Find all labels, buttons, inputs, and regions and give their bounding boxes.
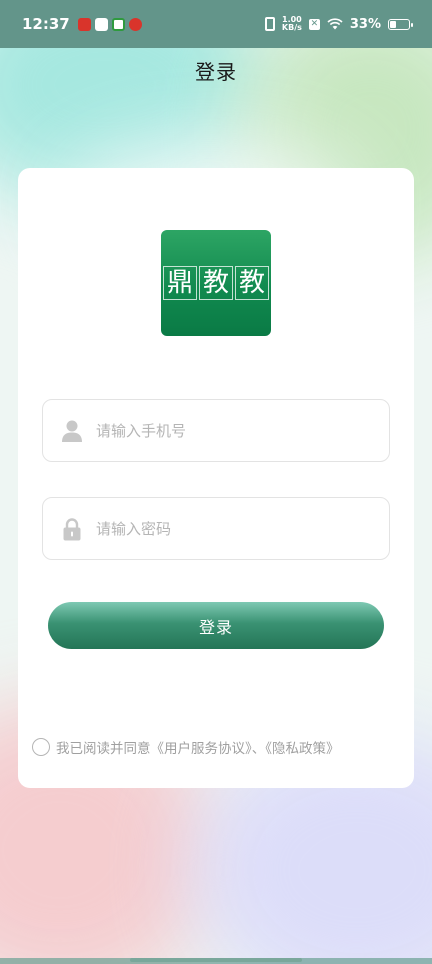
status-right: 1.00 KB/s ✕ 33% [264,16,413,32]
agreement-row[interactable]: 我已阅读并同意《用户服务协议》、《隐私政策》 [32,736,404,758]
logo-char: 鼎 [163,266,197,300]
agreement-radio[interactable] [32,738,50,756]
no-sim-icon: ✕ [308,18,320,30]
vibrate-icon [264,17,275,31]
battery-icon [388,18,413,30]
message-icon [94,17,108,31]
logo-char: 教 [199,266,233,300]
agreement-text[interactable]: 我已阅读并同意《用户服务协议》、《隐私政策》 [56,737,340,757]
user-icon [62,420,82,442]
app-icon-1 [77,17,91,31]
network-speed-unit: KB/s [281,23,302,32]
status-time: 12:37 [22,15,70,33]
gesture-bar[interactable] [130,958,302,962]
notification-icons [77,17,142,31]
battery-percent: 33% [349,16,381,32]
login-button[interactable]: 登录 [48,602,384,649]
page-title: 登录 [195,60,237,84]
wifi-icon [327,18,343,30]
network-speed: 1.00 KB/s [282,16,302,32]
password-field[interactable] [42,497,390,560]
phone-input[interactable] [96,421,389,440]
app-logo: 鼎 教 教 [161,230,271,336]
login-card: 鼎 教 教 登录 我已阅读并同意《用户服务协议》、《隐私政策》 [18,168,414,788]
password-input[interactable] [96,519,389,538]
app-icon-4 [128,17,142,31]
logo-char: 教 [235,266,269,300]
phone-field[interactable] [42,399,390,462]
battery-fill [390,20,396,28]
app-icon-3 [111,17,125,31]
status-bar: 12:37 1.00 KB/s ✕ 33% [0,0,432,48]
lock-icon [63,517,81,540]
